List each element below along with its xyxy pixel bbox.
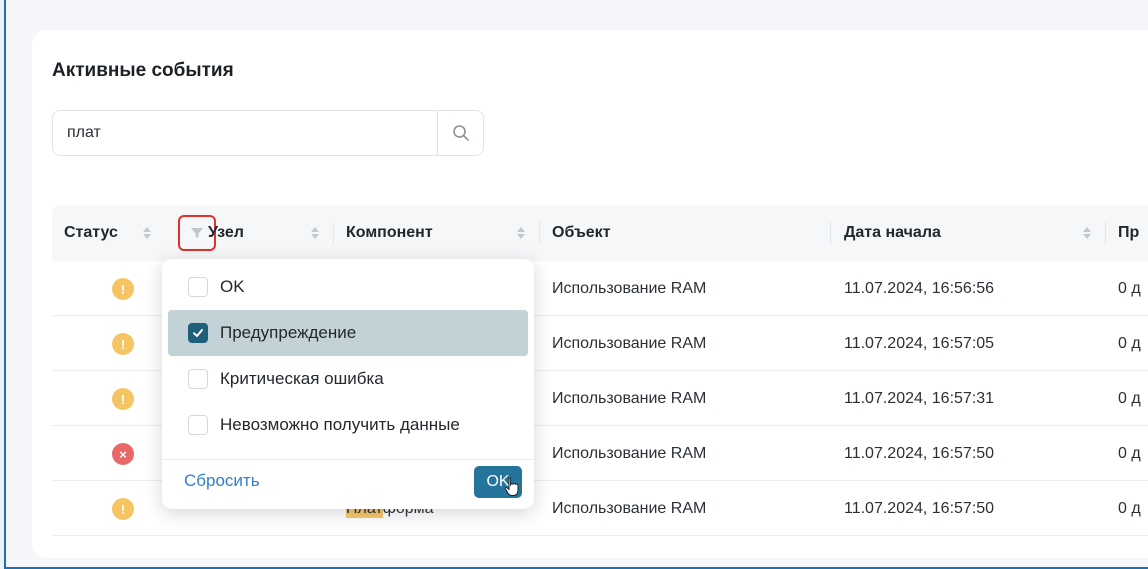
cell-object: Использование RAM [552, 499, 707, 517]
search-icon [452, 125, 469, 141]
cell-start-date: 11.07.2024, 16:57:50 [844, 499, 995, 517]
warning-icon: ! [112, 388, 134, 410]
filter-option-no-data[interactable]: Невозможно получить данные [168, 402, 528, 448]
column-object[interactable]: Объект [552, 205, 611, 261]
column-component[interactable]: Компонент [346, 205, 433, 261]
check-icon [193, 329, 203, 337]
filter-icon [191, 228, 203, 238]
cell-duration: 0 д [1118, 499, 1141, 517]
dropdown-divider [162, 459, 534, 460]
cell-duration: 0 д [1118, 389, 1141, 407]
cell-duration: 0 д [1118, 279, 1141, 297]
warning-icon: ! [112, 333, 134, 355]
column-divider [830, 222, 831, 244]
cell-object: Использование RAM [552, 389, 707, 407]
filter-option-label: Критическая ошибка [220, 369, 384, 388]
search-box [52, 110, 484, 156]
search-input[interactable] [53, 111, 437, 155]
critical-checkbox[interactable] [188, 369, 208, 389]
sort-node-icon[interactable] [310, 224, 320, 242]
table-header: Статус Узел Компонент Объект Дата начала… [52, 205, 1148, 261]
cell-duration: 0 д [1118, 334, 1141, 352]
column-status[interactable]: Статус [64, 205, 118, 261]
cell-start-date: 11.07.2024, 16:57:31 [844, 389, 995, 407]
hand-cursor-icon [504, 477, 519, 496]
cell-object: Использование RAM [552, 334, 707, 352]
cell-start-date: 11.07.2024, 16:57:50 [844, 444, 995, 462]
cell-duration: 0 д [1118, 444, 1141, 462]
column-divider [539, 222, 540, 244]
cell-start-date: 11.07.2024, 16:57:05 [844, 334, 995, 352]
warning-icon: ! [112, 498, 134, 520]
column-divider [1105, 222, 1106, 244]
cell-object: Использование RAM [552, 279, 707, 297]
error-icon: × [112, 443, 134, 465]
filter-option-ok[interactable]: OK [168, 264, 528, 310]
ok-checkbox[interactable] [188, 277, 208, 297]
search-button[interactable] [437, 111, 483, 155]
sort-status-icon[interactable] [142, 224, 152, 242]
no-data-checkbox[interactable] [188, 415, 208, 435]
filter-option-label: OK [220, 277, 245, 296]
column-node[interactable]: Узел [208, 205, 244, 261]
column-start-date[interactable]: Дата начала [844, 205, 941, 261]
filter-option-label: Предупреждение [220, 323, 357, 342]
reset-filter-link[interactable]: Сбросить [184, 471, 260, 491]
column-duration[interactable]: Пр [1118, 205, 1139, 261]
filter-option-critical[interactable]: Критическая ошибка [168, 356, 528, 402]
warning-checkbox[interactable] [188, 323, 208, 343]
column-divider [333, 222, 334, 244]
cell-object: Использование RAM [552, 444, 707, 462]
filter-option-warning[interactable]: Предупреждение [168, 310, 528, 356]
page-title: Активные события [52, 60, 234, 81]
sort-component-icon[interactable] [516, 224, 526, 242]
cell-start-date: 11.07.2024, 16:56:56 [844, 279, 995, 297]
sort-start-date-icon[interactable] [1082, 224, 1092, 242]
filter-option-label: Невозможно получить данные [220, 415, 460, 434]
status-filter-dropdown: OK Предупреждение Критическая ошибка Нев… [162, 259, 534, 509]
warning-icon: ! [112, 278, 134, 300]
